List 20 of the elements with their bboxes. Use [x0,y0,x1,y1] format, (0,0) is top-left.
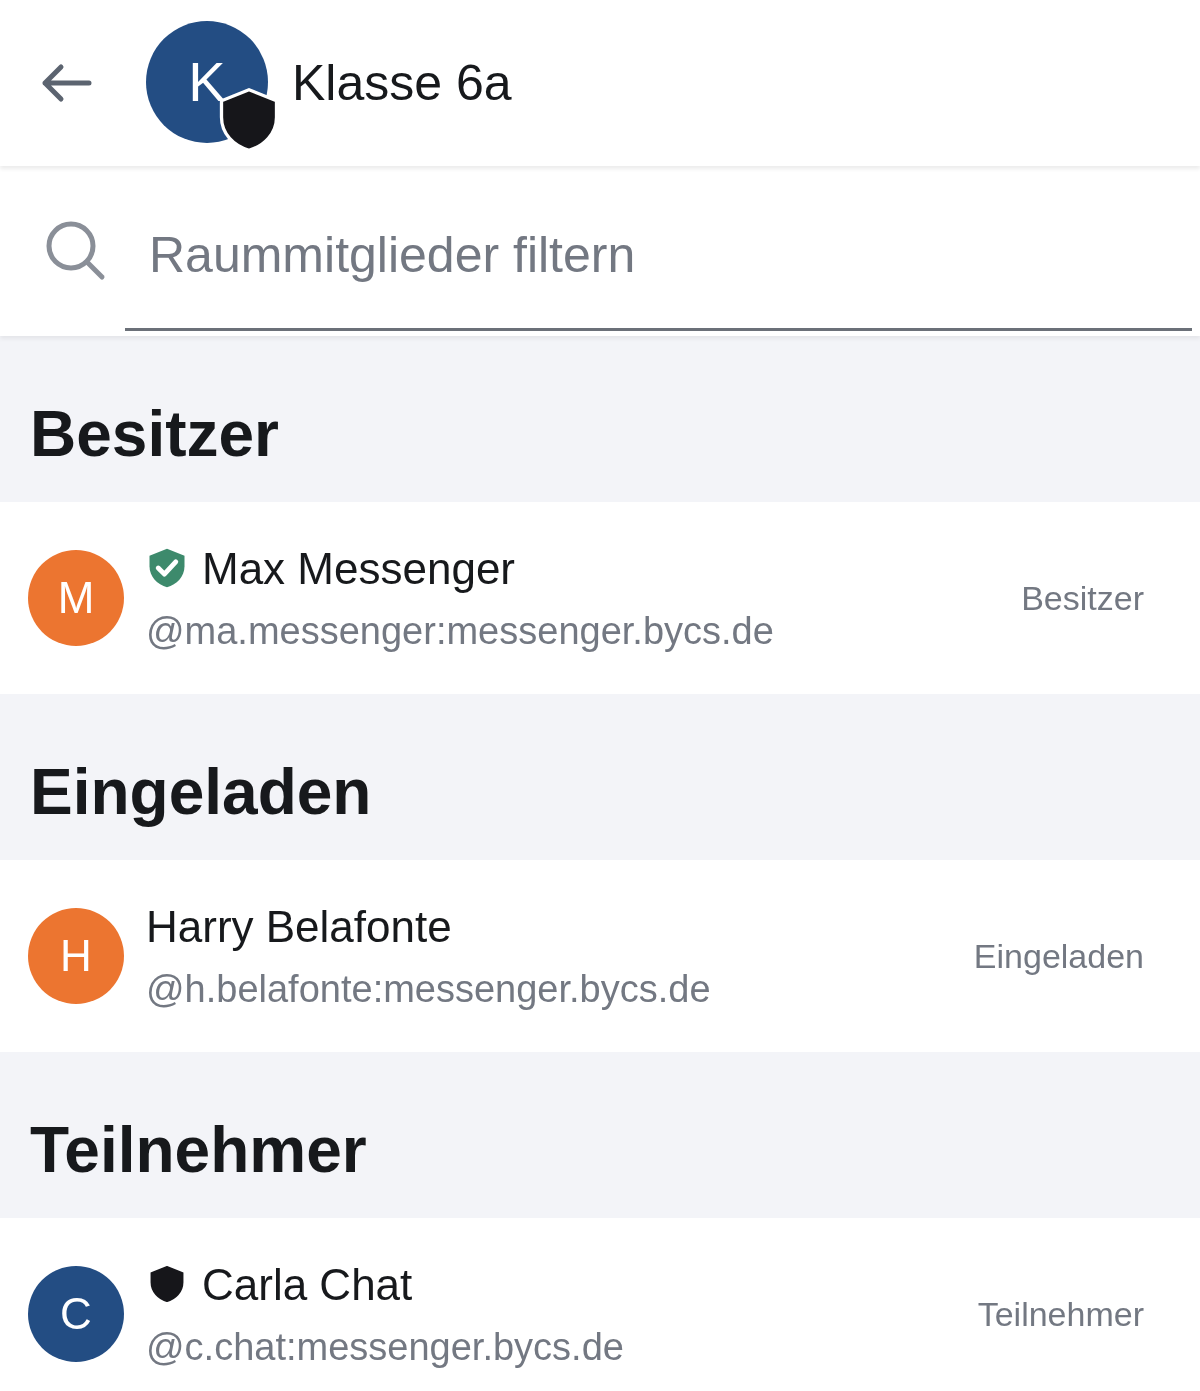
section-heading: Eingeladen [30,755,372,830]
member-avatar: M [28,550,124,646]
member-handle: @h.belafonte:messenger.bycs.de [146,966,712,1012]
member-row[interactable]: C Carla Chat @c.chat:messenger.bycs.de Teilnehmer [0,1218,1200,1391]
member-avatar: H [28,908,124,1004]
member-role: Teilnehmer [977,1293,1144,1335]
member-name: Max Messenger [202,542,515,595]
member-name: Carla Chat [202,1258,413,1311]
member-handle: @ma.messenger:messenger.bycs.de [146,608,775,654]
member-role: Eingeladen [973,935,1144,977]
member-handle: @c.chat:messenger.bycs.de [146,1324,625,1370]
search-field[interactable]: Raummitglieder filtern [0,166,1200,336]
section-heading: Besitzer [30,397,279,472]
member-name: Harry Belafonte [146,900,452,953]
member-avatar: C [28,1266,124,1362]
member-role: Besitzer [1021,577,1144,619]
member-row[interactable]: H Harry Belafonte @h.belafonte:messenger.bycs.de Eingeladen [0,860,1200,1052]
member-row[interactable]: M Max Messenger @ma.messenger:messenger.bycs.de Besitzer [0,502,1200,694]
room-title: Klasse 6a [292,53,512,113]
section-heading: Teilnehmer [30,1113,367,1188]
